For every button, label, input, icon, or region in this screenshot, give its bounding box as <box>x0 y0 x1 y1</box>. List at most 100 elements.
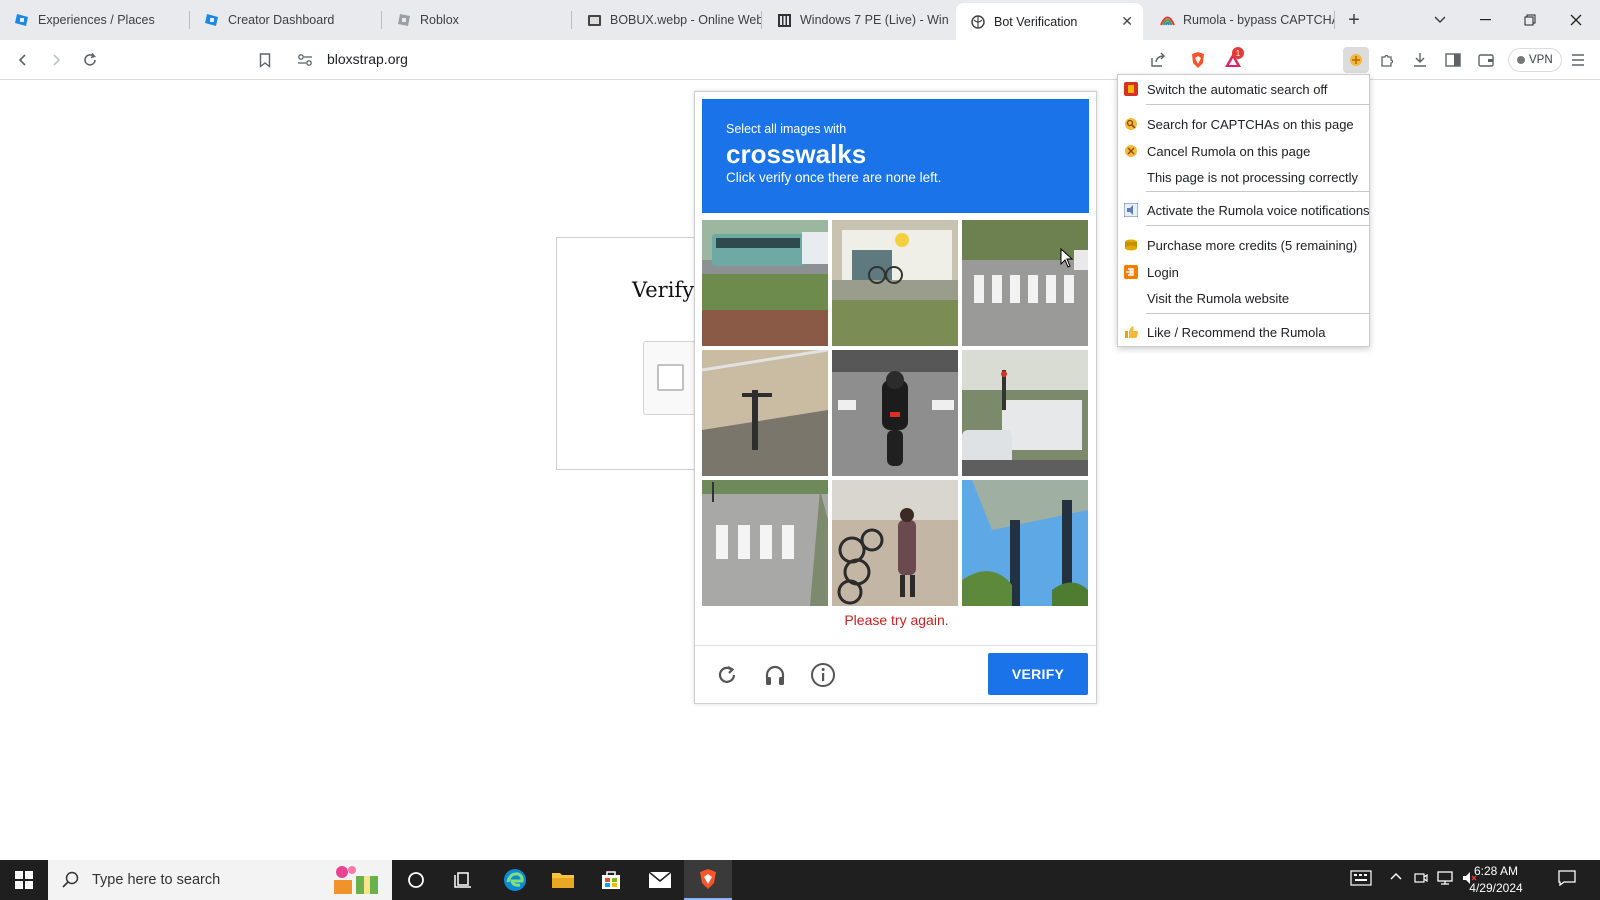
vpn-label: VPN <box>1529 54 1553 66</box>
not-a-robot-checkbox[interactable] <box>657 364 684 391</box>
new-tab-icon[interactable]: + <box>1342 8 1366 32</box>
captcha-tile[interactable] <box>962 350 1088 476</box>
menu-item-switch-auto-search-off[interactable]: Switch the automatic search off <box>1118 77 1371 101</box>
show-hidden-icons-chevron-icon[interactable] <box>1390 870 1402 885</box>
microsoft-store-icon[interactable] <box>587 860 635 900</box>
red-power-icon <box>1123 81 1139 97</box>
file-explorer-icon[interactable] <box>539 860 587 900</box>
brave-taskbar-icon[interactable] <box>684 860 732 900</box>
menu-item-label: This page is not processing correctly <box>1147 169 1358 185</box>
download-icon[interactable] <box>1408 48 1432 72</box>
network-icon[interactable] <box>1436 870 1454 889</box>
menu-item-search-captchas[interactable]: Search for CAPTCHAs on this page <box>1118 112 1371 136</box>
captcha-footer-divider <box>695 645 1098 646</box>
cortana-icon[interactable] <box>392 860 440 900</box>
tab-title: Experiences / Places <box>38 13 155 27</box>
tab-creator-dashboard[interactable]: Creator Dashboard <box>190 0 382 40</box>
coins-icon <box>1123 237 1139 253</box>
tab-title: BOBUX.webp - Online Web <box>610 13 762 27</box>
windows-taskbar: Type here to search 6:28 AM 4/29/2024 <box>0 860 1600 900</box>
menu-item-login[interactable]: Login <box>1118 260 1371 284</box>
extensions-puzzle-icon[interactable] <box>1375 48 1399 72</box>
rumola-extension-menu: Switch the automatic search off Search f… <box>1117 74 1370 347</box>
menu-item-cancel-rumola[interactable]: Cancel Rumola on this page <box>1118 139 1371 163</box>
menu-item-label: Like / Recommend the Rumola <box>1147 324 1326 340</box>
captcha-tile[interactable] <box>832 480 958 606</box>
tab-rumola[interactable]: Rumola - bypass CAPTCHA <box>1145 0 1335 40</box>
captcha-tile[interactable] <box>832 350 958 476</box>
rumola-icon <box>1159 12 1175 28</box>
tab-experiences[interactable]: Experiences / Places <box>0 0 190 40</box>
tab-close-icon[interactable]: ✕ <box>1121 13 1133 30</box>
tab-title: Bot Verification <box>994 14 1078 29</box>
wallet-icon[interactable] <box>1474 48 1498 72</box>
tab-search-chevron-icon[interactable] <box>1428 8 1452 32</box>
menu-item-voice-notifications[interactable]: Activate the Rumola voice notifications <box>1118 198 1371 222</box>
captcha-subtext: Click verify once there are none left. <box>726 170 942 185</box>
vpn-status-icon <box>1517 56 1525 64</box>
address-bar-url[interactable]: bloxstrap.org <box>327 51 408 67</box>
captcha-tile[interactable] <box>702 350 828 476</box>
voice-icon <box>1123 202 1139 218</box>
search-placeholder: Type here to search <box>92 872 221 888</box>
windows-page-icon <box>776 12 792 28</box>
edge-browser-icon[interactable] <box>491 860 539 900</box>
mouse-cursor-icon <box>1060 248 1074 268</box>
input-indicator-icon[interactable] <box>1350 870 1372 889</box>
info-icon[interactable] <box>809 661 837 689</box>
thumbs-up-icon <box>1123 324 1139 340</box>
menu-item-label: Switch the automatic search off <box>1147 81 1328 97</box>
captcha-tile[interactable] <box>702 480 828 606</box>
tab-windows-7-pe[interactable]: Windows 7 PE (Live) - Win <box>762 0 954 40</box>
captcha-tile[interactable] <box>962 220 1088 346</box>
brave-shields-icon[interactable] <box>1186 48 1210 72</box>
share-icon[interactable] <box>1146 48 1170 72</box>
taskbar-search-box[interactable]: Type here to search <box>48 860 392 900</box>
meet-now-icon[interactable] <box>1414 870 1428 889</box>
start-button[interactable] <box>0 860 48 900</box>
menu-item-page-not-processing[interactable]: This page is not processing correctly <box>1118 165 1371 189</box>
audio-challenge-icon[interactable] <box>761 661 789 689</box>
minimize-icon[interactable] <box>1473 8 1497 32</box>
menu-item-label: Login <box>1147 264 1179 280</box>
task-view-icon[interactable] <box>440 860 488 900</box>
sidebar-icon[interactable] <box>1441 48 1465 72</box>
captcha-tile[interactable] <box>962 480 1088 606</box>
tab-title: Roblox <box>420 13 459 27</box>
tab-roblox[interactable]: Roblox <box>382 0 572 40</box>
captcha-keyword: crosswalks <box>726 139 867 169</box>
bookmark-icon[interactable] <box>253 48 277 72</box>
site-settings-icon[interactable] <box>293 48 317 72</box>
reload-challenge-icon[interactable] <box>713 661 741 689</box>
reload-icon[interactable] <box>78 48 102 72</box>
restore-icon[interactable] <box>1518 8 1542 32</box>
taskbar-clock[interactable]: 6:28 AM 4/29/2024 <box>1461 863 1531 897</box>
captcha-tile[interactable] <box>702 220 828 346</box>
notifications-icon[interactable] <box>1558 870 1576 889</box>
rumola-search-icon <box>1123 116 1139 132</box>
roblox-studio-icon <box>14 12 30 28</box>
tab-bobux[interactable]: BOBUX.webp - Online Web <box>572 0 762 40</box>
menu-item-label: Activate the Rumola voice notifications <box>1147 202 1370 218</box>
captcha-header: Select all images with crosswalks Click … <box>702 99 1089 213</box>
roblox-studio-icon <box>204 12 220 28</box>
clock-time: 6:28 AM <box>1473 864 1519 878</box>
menu-item-purchase-credits[interactable]: Purchase more credits (5 remaining) <box>1118 233 1371 257</box>
mail-icon[interactable] <box>636 860 684 900</box>
back-icon[interactable] <box>11 48 35 72</box>
vpn-button[interactable]: VPN <box>1508 48 1562 72</box>
verify-button[interactable]: VERIFY <box>988 653 1088 695</box>
tab-bot-verification[interactable]: Bot Verification ✕ <box>956 3 1143 40</box>
menu-hamburger-icon[interactable] <box>1566 48 1590 72</box>
roblox-icon <box>396 12 412 28</box>
menu-item-label: Purchase more credits (5 remaining) <box>1147 237 1358 253</box>
close-window-icon[interactable] <box>1564 8 1588 32</box>
captcha-instruction: Select all images with <box>726 122 847 136</box>
tab-strip: Experiences / Places Creator Dashboard R… <box>0 0 1600 40</box>
menu-item-like-recommend[interactable]: Like / Recommend the Rumola <box>1118 320 1371 344</box>
notification-badge: 1 <box>1232 47 1244 59</box>
captcha-tile[interactable] <box>832 220 958 346</box>
menu-item-visit-website[interactable]: Visit the Rumola website <box>1118 286 1371 310</box>
forward-icon[interactable] <box>44 48 68 72</box>
rumola-extension-icon[interactable] <box>1343 47 1369 73</box>
